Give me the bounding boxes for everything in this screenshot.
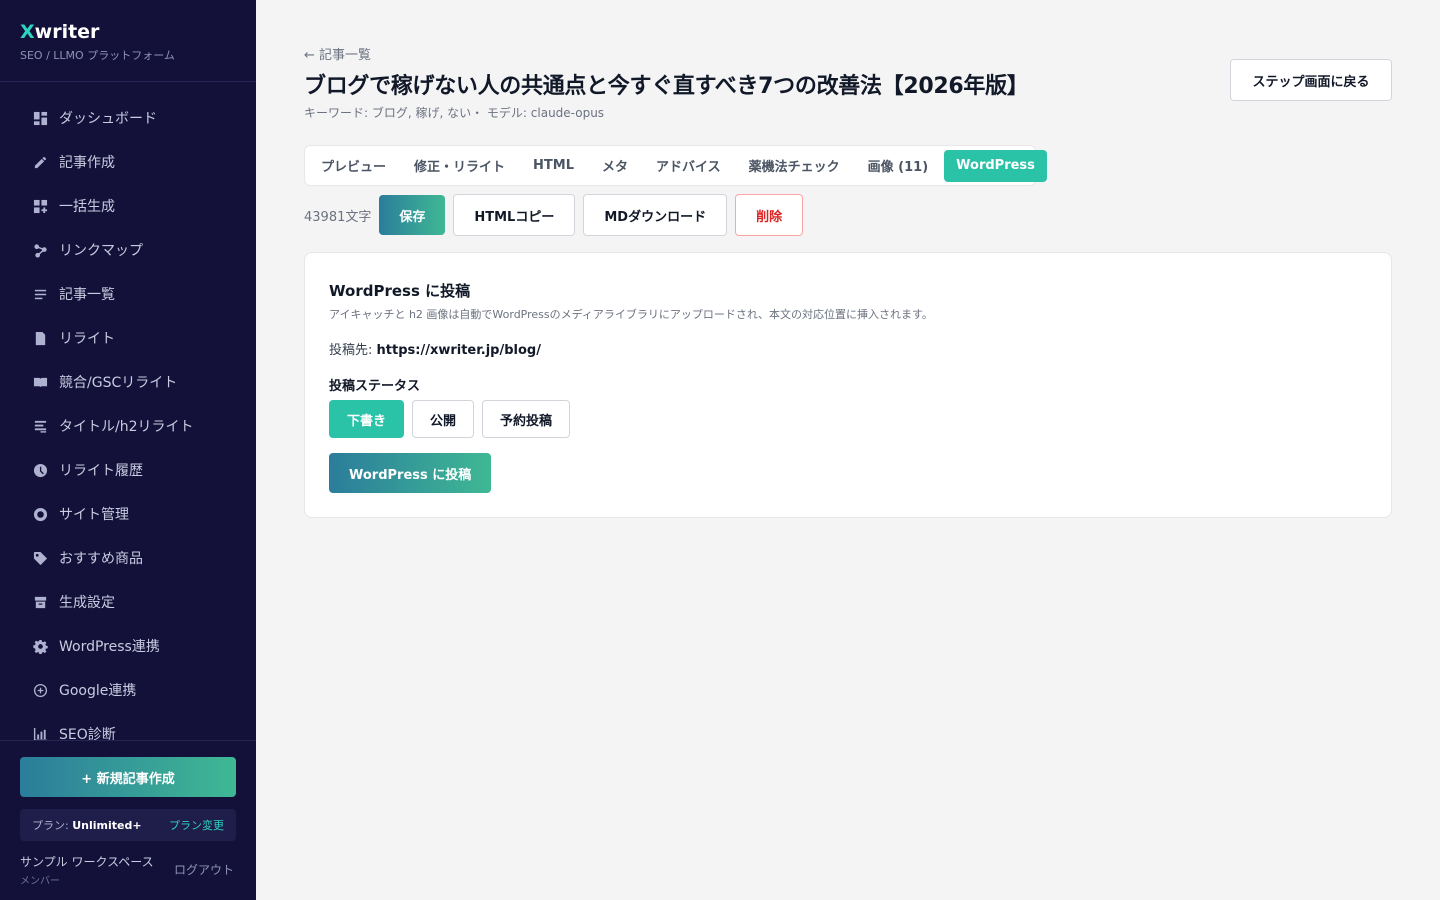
wordpress-post-card: WordPress に投稿 アイキャッチと h2 画像は自動でWordPress… xyxy=(304,252,1392,518)
article-actions: 43981文字 保存 HTMLコピー MDダウンロード 削除 xyxy=(304,194,811,236)
sidebar-item-label: 競合/GSCリライト xyxy=(59,375,178,391)
page-title: ブログで稼げない人の共通点と今すぐ直すべき7つの改善法【2026年版】 xyxy=(304,74,1029,99)
tab-wordpress[interactable]: WordPress xyxy=(944,149,1047,182)
character-count: 43981文字 xyxy=(304,209,372,225)
pencil-icon xyxy=(32,154,48,170)
sidebar-item-label: Google連携 xyxy=(59,683,137,699)
plan-name: Unlimited+ xyxy=(72,819,142,832)
sidebar-divider xyxy=(0,740,256,741)
sidebar-item-seo-diagnosis[interactable]: SEO診断 xyxy=(0,712,256,740)
sidebar: Xwriter SEO / LLMO プラットフォーム ダッシュボード 記事作成… xyxy=(0,0,256,900)
brand-subtitle: SEO / LLMO プラットフォーム xyxy=(20,49,175,62)
sidebar-item-label: タイトル/h2リライト xyxy=(59,419,194,435)
plus-circle-icon xyxy=(32,682,48,698)
gear-icon xyxy=(32,638,48,654)
sidebar-item-label: リライト xyxy=(59,331,115,347)
chart-icon xyxy=(32,726,48,740)
sidebar-item-link-map[interactable]: リンクマップ xyxy=(0,228,256,272)
sidebar-item-bulk-generate[interactable]: 一括生成 xyxy=(0,184,256,228)
sidebar-item-label: SEO診断 xyxy=(59,727,116,740)
tab-pharma-law-check[interactable]: 薬機法チェック xyxy=(737,150,852,182)
sidebar-item-label: ダッシュボード xyxy=(59,111,157,127)
tab-html[interactable]: HTML xyxy=(521,150,586,182)
network-icon xyxy=(32,242,48,258)
sidebar-item-article-list[interactable]: 記事一覧 xyxy=(0,272,256,316)
brand-logo: Xwriter xyxy=(20,20,175,44)
sidebar-item-rewrite[interactable]: リライト xyxy=(0,316,256,360)
post-status-options: 下書き 公開 予約投稿 xyxy=(329,400,578,438)
sidebar-item-label: おすすめ商品 xyxy=(59,551,143,567)
brand-logo-x: X xyxy=(20,21,35,43)
site-icon xyxy=(32,506,48,522)
sidebar-item-rewrite-history[interactable]: リライト履歴 xyxy=(0,448,256,492)
title-icon xyxy=(32,418,48,434)
status-option-schedule[interactable]: 予約投稿 xyxy=(482,400,571,438)
post-destination: 投稿先: https://xwriter.jp/blog/ xyxy=(329,339,541,358)
tab-advice[interactable]: アドバイス xyxy=(644,150,733,182)
back-to-step-screen-button[interactable]: ステップ画面に戻る xyxy=(1230,59,1392,101)
workspace-name: サンプル ワークスペース xyxy=(20,855,154,869)
archive-icon xyxy=(32,594,48,610)
status-option-draft[interactable]: 下書き xyxy=(329,400,405,438)
plan-box: プラン: Unlimited+ プラン変更 xyxy=(20,809,236,841)
sidebar-item-competitor-gsc-rewrite[interactable]: 競合/GSCリライト xyxy=(0,360,256,404)
sidebar-item-label: 生成設定 xyxy=(59,595,115,611)
sidebar-item-label: リライト履歴 xyxy=(59,463,143,479)
save-button[interactable]: 保存 xyxy=(379,195,446,235)
sidebar-item-label: サイト管理 xyxy=(59,507,129,523)
sidebar-item-wordpress-integration[interactable]: WordPress連携 xyxy=(0,624,256,668)
grid-plus-icon xyxy=(32,198,48,214)
sidebar-item-label: 記事作成 xyxy=(59,155,115,171)
tab-preview[interactable]: プレビュー xyxy=(309,150,398,182)
plan-label: プラン: Unlimited+ xyxy=(32,817,142,833)
workspace-info: サンプル ワークスペース メンバー xyxy=(20,853,154,887)
back-to-article-list-link[interactable]: ← 記事一覧 xyxy=(304,44,371,63)
sidebar-nav: ダッシュボード 記事作成 一括生成 リンクマップ 記事一覧 リライト 競合/GS… xyxy=(0,96,256,740)
article-tabs: プレビュー 修正・リライト HTML メタ アドバイス 薬機法チェック 画像 (… xyxy=(304,145,1047,186)
card-title: WordPress に投稿 xyxy=(329,282,471,300)
book-icon xyxy=(32,374,48,390)
md-download-button[interactable]: MDダウンロード xyxy=(583,194,728,236)
tab-images[interactable]: 画像 (11) xyxy=(856,150,941,182)
logout-button[interactable]: ログアウト xyxy=(174,861,234,878)
sidebar-item-generation-settings[interactable]: 生成設定 xyxy=(0,580,256,624)
new-article-button[interactable]: + 新規記事作成 xyxy=(20,757,236,797)
plan-prefix: プラン: xyxy=(32,819,73,832)
card-description: アイキャッチと h2 画像は自動でWordPressのメディアライブラリにアップ… xyxy=(329,308,933,321)
brand-logo-text: writer xyxy=(34,21,100,43)
tag-icon xyxy=(32,550,48,566)
status-option-publish[interactable]: 公開 xyxy=(412,400,475,438)
brand[interactable]: Xwriter SEO / LLMO プラットフォーム xyxy=(20,20,175,63)
post-destination-label: 投稿先: xyxy=(329,343,377,358)
list-icon xyxy=(32,286,48,302)
sidebar-item-recommended-products[interactable]: おすすめ商品 xyxy=(0,536,256,580)
main-content: ← 記事一覧 ブログで稼げない人の共通点と今すぐ直すべき7つの改善法【2026年… xyxy=(304,0,1392,900)
post-status-label: 投稿ステータス xyxy=(329,379,421,394)
sidebar-item-create-article[interactable]: 記事作成 xyxy=(0,140,256,184)
clock-icon xyxy=(32,462,48,478)
plan-change-link[interactable]: プラン変更 xyxy=(169,817,224,833)
post-to-wordpress-button[interactable]: WordPress に投稿 xyxy=(329,453,492,493)
dashboard-icon xyxy=(32,110,48,126)
document-icon xyxy=(32,330,48,346)
sidebar-item-dashboard[interactable]: ダッシュボード xyxy=(0,96,256,140)
post-destination-url: https://xwriter.jp/blog/ xyxy=(376,343,541,358)
sidebar-item-title-h2-rewrite[interactable]: タイトル/h2リライト xyxy=(0,404,256,448)
sidebar-item-label: 記事一覧 xyxy=(59,287,115,303)
tab-edit-rewrite[interactable]: 修正・リライト xyxy=(402,150,517,182)
sidebar-item-label: WordPress連携 xyxy=(59,639,160,655)
sidebar-item-label: 一括生成 xyxy=(59,199,115,215)
article-meta: キーワード: ブログ, 稼げ, ない・ モデル: claude-opus xyxy=(304,106,605,120)
delete-button[interactable]: 削除 xyxy=(735,194,804,236)
sidebar-item-site-management[interactable]: サイト管理 xyxy=(0,492,256,536)
sidebar-divider xyxy=(0,81,256,82)
tab-meta[interactable]: メタ xyxy=(590,150,640,182)
workspace-role: メンバー xyxy=(20,876,60,887)
sidebar-item-label: リンクマップ xyxy=(59,243,143,259)
html-copy-button[interactable]: HTMLコピー xyxy=(453,194,576,236)
sidebar-item-google-integration[interactable]: Google連携 xyxy=(0,668,256,712)
